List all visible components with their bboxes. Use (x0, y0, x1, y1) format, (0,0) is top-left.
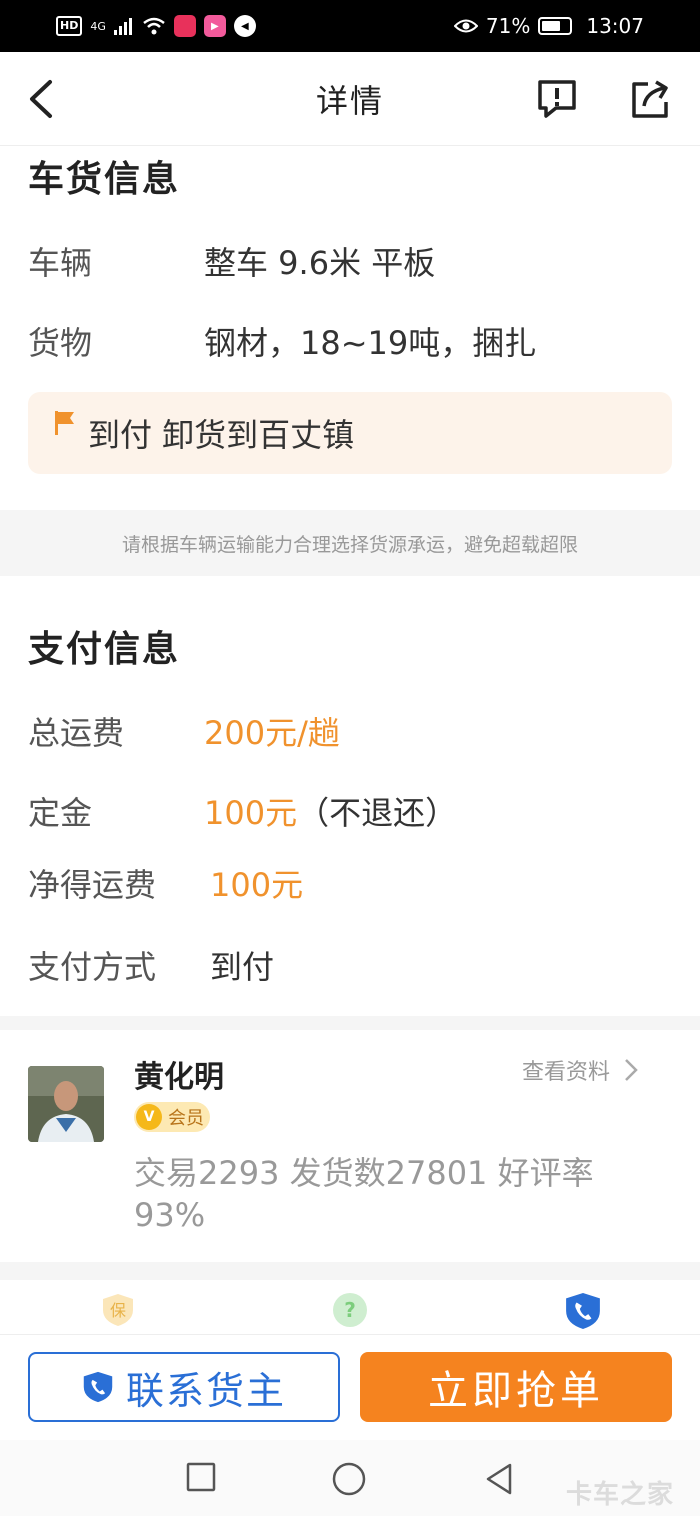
payment-section-title: 支付信息 (28, 629, 181, 670)
back-icon[interactable] (484, 1462, 514, 1496)
phone-shield-icon[interactable] (564, 1292, 602, 1330)
deposit-row: 100元（不退还） (204, 788, 457, 834)
total-fee-label: 总运费 (28, 714, 125, 752)
guarantee-icon[interactable]: 保 (100, 1292, 136, 1328)
back-arrow-icon[interactable] (24, 76, 64, 122)
eye-comfort-icon (453, 19, 478, 33)
view-profile-label: 查看资料 (522, 1060, 611, 1085)
guarantee-icon-label: 保 (110, 1301, 126, 1320)
goods-value: 钢材，18~19吨，捆扎 (204, 324, 537, 362)
top-nav-bar: 详情 (0, 52, 700, 146)
contact-shipper-button[interactable]: 联系货主 (28, 1352, 340, 1422)
avatar[interactable] (28, 1066, 104, 1142)
app-notification-icon (173, 15, 196, 37)
avatar-image (28, 1066, 104, 1142)
contact-shipper-label: 联系货主 (125, 1368, 286, 1413)
battery-percent: 71% (485, 14, 531, 38)
vehicle-value: 整车 9.6米 平板 (204, 244, 436, 282)
status-right: 71% 13:07 (453, 14, 644, 38)
vehicle-label: 车辆 (28, 244, 93, 282)
chevron-right-icon (625, 1059, 638, 1081)
help-icon[interactable]: ? (332, 1292, 368, 1328)
shipper-stats: 交易2293 发货数27801 好评率93% (134, 1154, 594, 1234)
delivery-notice: 到付 卸货到百丈镇 (28, 392, 672, 474)
sound-icon: ◀ (233, 15, 256, 37)
status-bar: HD 4G ▶ ◀ 71% 13:07 (0, 0, 700, 52)
report-icon[interactable] (536, 78, 578, 120)
video-app-icon: ▶ (203, 15, 226, 37)
overload-tip-text: 请根据车辆运输能力合理选择货源承运，避免超载超限 (121, 533, 578, 556)
divider (0, 1262, 700, 1280)
hd-icon: HD (56, 16, 83, 36)
net-fee-label: 净得运费 (28, 866, 157, 904)
status-left: HD 4G ▶ ◀ (56, 15, 256, 37)
divider (0, 1016, 700, 1030)
phone-shield-icon (83, 1371, 113, 1403)
member-badge-label: 会员 (168, 1108, 204, 1129)
deposit-value: 100元 (204, 794, 298, 832)
delivery-notice-text: 到付 卸货到百丈镇 (88, 416, 355, 454)
divider (0, 1334, 700, 1335)
deposit-note: （不退还） (297, 794, 458, 832)
payment-method-label: 支付方式 (28, 948, 157, 986)
flag-icon (55, 411, 74, 435)
home-icon[interactable] (332, 1462, 366, 1496)
network-label: 4G (90, 19, 106, 33)
signal-icon (113, 18, 132, 35)
battery-icon (538, 17, 573, 35)
total-fee-value: 200元/趟 (204, 714, 340, 752)
net-fee-value: 100元 (210, 866, 304, 904)
clock: 13:07 (586, 14, 644, 38)
share-icon[interactable] (630, 78, 672, 120)
overload-tip: 请根据车辆运输能力合理选择货源承运，避免超载超限 (0, 510, 700, 576)
member-badge: V 会员 (134, 1102, 210, 1132)
vip-icon: V (136, 1104, 162, 1130)
recent-apps-icon[interactable] (186, 1462, 216, 1492)
bottom-icon-row: 保 ? (0, 1280, 700, 1334)
page-title: 详情 (315, 81, 384, 120)
view-profile-link[interactable]: 查看资料 (522, 1054, 638, 1086)
grab-order-label: 立即抢单 (428, 1368, 604, 1414)
wifi-icon (143, 17, 165, 35)
grab-order-button[interactable]: 立即抢单 (360, 1352, 672, 1422)
help-icon-label: ? (344, 1298, 356, 1322)
payment-method-value: 到付 (210, 948, 275, 986)
cargo-section-title: 车货信息 (28, 159, 181, 200)
watermark: 卡车之家 (566, 1480, 675, 1510)
shipper-name: 黄化明 (134, 1060, 224, 1095)
goods-label: 货物 (28, 324, 93, 362)
deposit-label: 定金 (28, 794, 93, 832)
